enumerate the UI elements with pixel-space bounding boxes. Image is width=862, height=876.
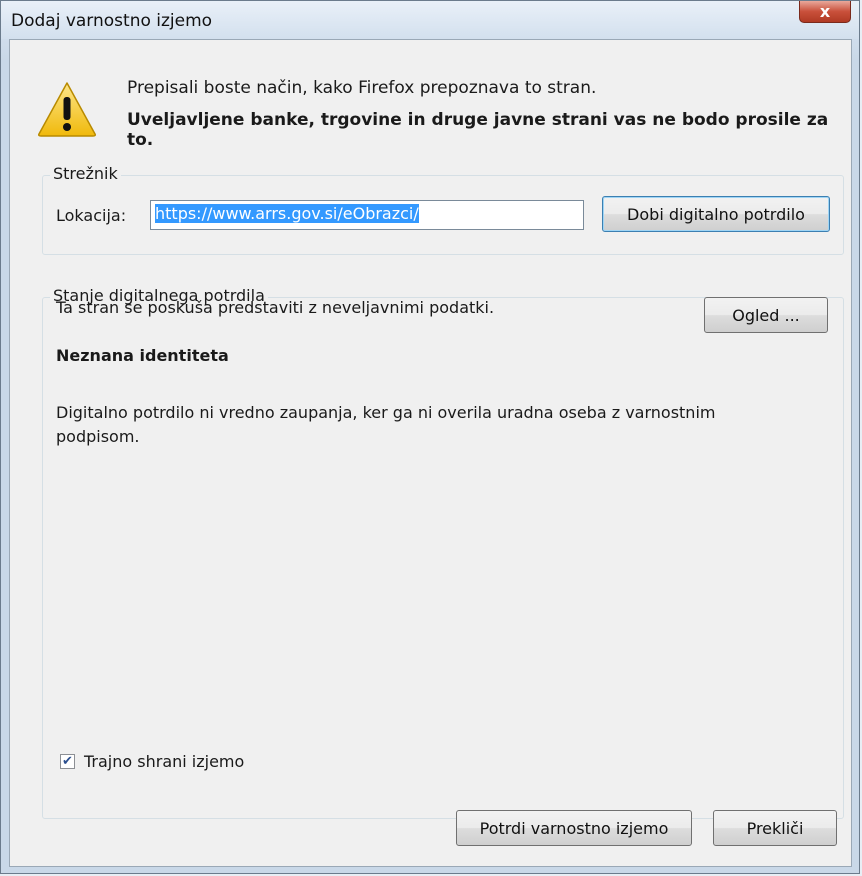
certificate-status-group — [42, 297, 844, 819]
server-group-label: Strežnik — [50, 164, 121, 183]
dialog-window: Dodaj varnostno izjemo x Prepisali boste… — [0, 0, 860, 874]
certificate-description: Digitalno potrdilo ni vredno zaupanja, k… — [56, 403, 716, 446]
location-label: Lokacija: — [56, 206, 127, 225]
window-title: Dodaj varnostno izjemo — [11, 11, 213, 31]
close-button[interactable]: x — [799, 1, 851, 23]
close-icon: x — [819, 2, 831, 21]
checkmark-icon: ✔ — [62, 754, 73, 769]
warning-icon — [38, 82, 96, 137]
location-value: https://www.arrs.gov.si/eObrazci/ — [155, 204, 419, 223]
permanent-exception-checkbox[interactable]: ✔ — [60, 754, 75, 769]
title-bar[interactable]: Dodaj varnostno izjemo x — [1, 1, 859, 39]
view-certificate-button[interactable]: Ogled ... — [704, 297, 828, 333]
status-text: Ta stran se poskuša predstaviti z nevelj… — [56, 298, 495, 317]
dialog-body: Prepisali boste način, kako Firefox prep… — [9, 39, 852, 867]
confirm-exception-button[interactable]: Potrdi varnostno izjemo — [456, 810, 692, 846]
location-input[interactable]: https://www.arrs.gov.si/eObrazci/ — [150, 200, 584, 230]
warning-message: Uveljavljene banke, trgovine in druge ja… — [127, 110, 829, 150]
cancel-button[interactable]: Prekliči — [713, 810, 837, 846]
permanent-exception-row[interactable]: ✔ Trajno shrani izjemo — [60, 752, 244, 771]
permanent-exception-label[interactable]: Trajno shrani izjemo — [84, 752, 244, 771]
identity-title: Neznana identiteta — [56, 346, 229, 365]
get-certificate-button[interactable]: Dobi digitalno potrdilo — [602, 196, 830, 232]
override-message: Prepisali boste način, kako Firefox prep… — [127, 78, 597, 98]
